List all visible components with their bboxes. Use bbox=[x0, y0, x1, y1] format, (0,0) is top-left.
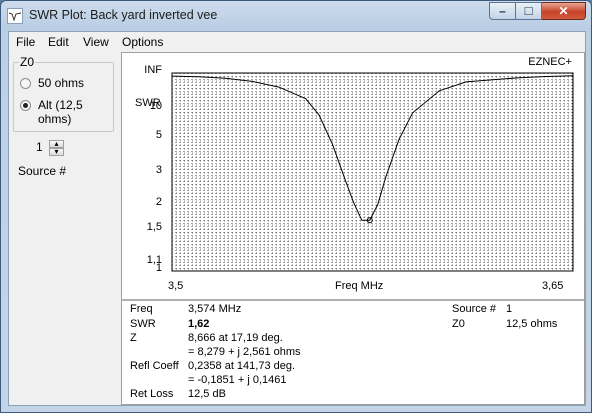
chevron-down-icon: ▾ bbox=[54, 147, 59, 156]
x-tick-end: 3,65 bbox=[542, 280, 564, 292]
readout-source-label: Source # bbox=[452, 303, 497, 315]
freq-label: Freq bbox=[130, 303, 153, 315]
refl-rect-value: = -0,1851 + j 0,1461 bbox=[188, 374, 287, 386]
radio-alt-ohms[interactable]: Alt (12,5 ohms) bbox=[20, 98, 83, 126]
x-axis-title: Freq MHz bbox=[335, 280, 384, 292]
readout-z0-value: 12,5 ohms bbox=[506, 318, 558, 330]
plot-panel: EZNEC+ SWR INF 10 5 3 2 1,5 1,1 1 3,5 Fr… bbox=[121, 52, 585, 405]
plot-readout-separator bbox=[122, 299, 584, 301]
caption-buttons: – □ ✕ bbox=[489, 2, 586, 22]
minimize-button[interactable]: – bbox=[489, 2, 516, 20]
menu-file[interactable]: File bbox=[16, 35, 35, 49]
menu-options[interactable]: Options bbox=[122, 35, 163, 49]
z-rect-value: = 8,279 + j 2,561 ohms bbox=[188, 346, 301, 358]
close-icon: ✕ bbox=[558, 4, 569, 18]
refl-polar-value: 0,2358 at 141,73 deg. bbox=[188, 360, 296, 372]
radio-50-ohms[interactable]: 50 ohms bbox=[20, 76, 84, 90]
menu-view[interactable]: View bbox=[83, 35, 109, 49]
source-spinner-value[interactable]: 1 bbox=[36, 140, 43, 154]
z-label: Z bbox=[130, 332, 137, 344]
window-title: SWR Plot: Back yard inverted vee bbox=[29, 8, 218, 22]
maximize-icon: □ bbox=[524, 3, 533, 18]
z0-groupbox: Z0 50 ohms Alt (12,5 ohms) bbox=[13, 55, 114, 132]
readout-source-value: 1 bbox=[506, 303, 513, 315]
maximize-button[interactable]: □ bbox=[516, 2, 542, 20]
radio-alt-ohms-circle[interactable] bbox=[20, 100, 31, 111]
left-panel: Z0 50 ohms Alt (12,5 ohms) 1 ▴ ▾ Source … bbox=[9, 52, 121, 405]
radio-50-ohms-circle[interactable] bbox=[20, 78, 31, 89]
swr-label: SWR bbox=[130, 318, 156, 330]
z0-group-label: Z0 bbox=[19, 55, 36, 69]
client-area: File Edit View Options Z0 50 ohms Alt (1… bbox=[8, 31, 586, 406]
radio-alt-ohms-label: Alt (12,5 ohms) bbox=[38, 98, 83, 126]
freq-value: 3,574 MHz bbox=[188, 303, 242, 315]
menu-bar: File Edit View Options bbox=[9, 32, 585, 52]
radio-alt-line2: ohms) bbox=[38, 112, 72, 126]
ret-loss-value: 12,5 dB bbox=[188, 388, 226, 400]
title-bar[interactable]: SWR Plot: Back yard inverted vee – □ ✕ bbox=[1, 1, 591, 31]
refl-coeff-label: Refl Coeff bbox=[130, 360, 179, 372]
radio-50-ohms-label: 50 ohms bbox=[38, 76, 85, 90]
swr-value: 1,62 bbox=[188, 318, 210, 330]
plot-svg bbox=[171, 72, 574, 272]
z-polar-value: 8,666 at 17,19 deg. bbox=[188, 332, 283, 344]
ret-loss-label: Ret Loss bbox=[130, 388, 174, 400]
readout-z0-label: Z0 bbox=[452, 318, 465, 330]
swr-chart[interactable]: EZNEC+ SWR INF 10 5 3 2 1,5 1,1 1 3,5 Fr… bbox=[122, 53, 584, 298]
minimize-icon: – bbox=[499, 4, 506, 18]
swr-plot-window: SWR Plot: Back yard inverted vee – □ ✕ F… bbox=[0, 0, 592, 413]
spinner-down-button[interactable]: ▾ bbox=[49, 148, 64, 156]
app-icon[interactable] bbox=[7, 8, 23, 24]
x-tick-start: 3,5 bbox=[168, 280, 184, 292]
radio-alt-line1: Alt (12,5 bbox=[38, 98, 83, 112]
menu-edit[interactable]: Edit bbox=[48, 35, 69, 49]
source-label: Source # bbox=[18, 164, 67, 178]
close-button[interactable]: ✕ bbox=[542, 2, 586, 20]
